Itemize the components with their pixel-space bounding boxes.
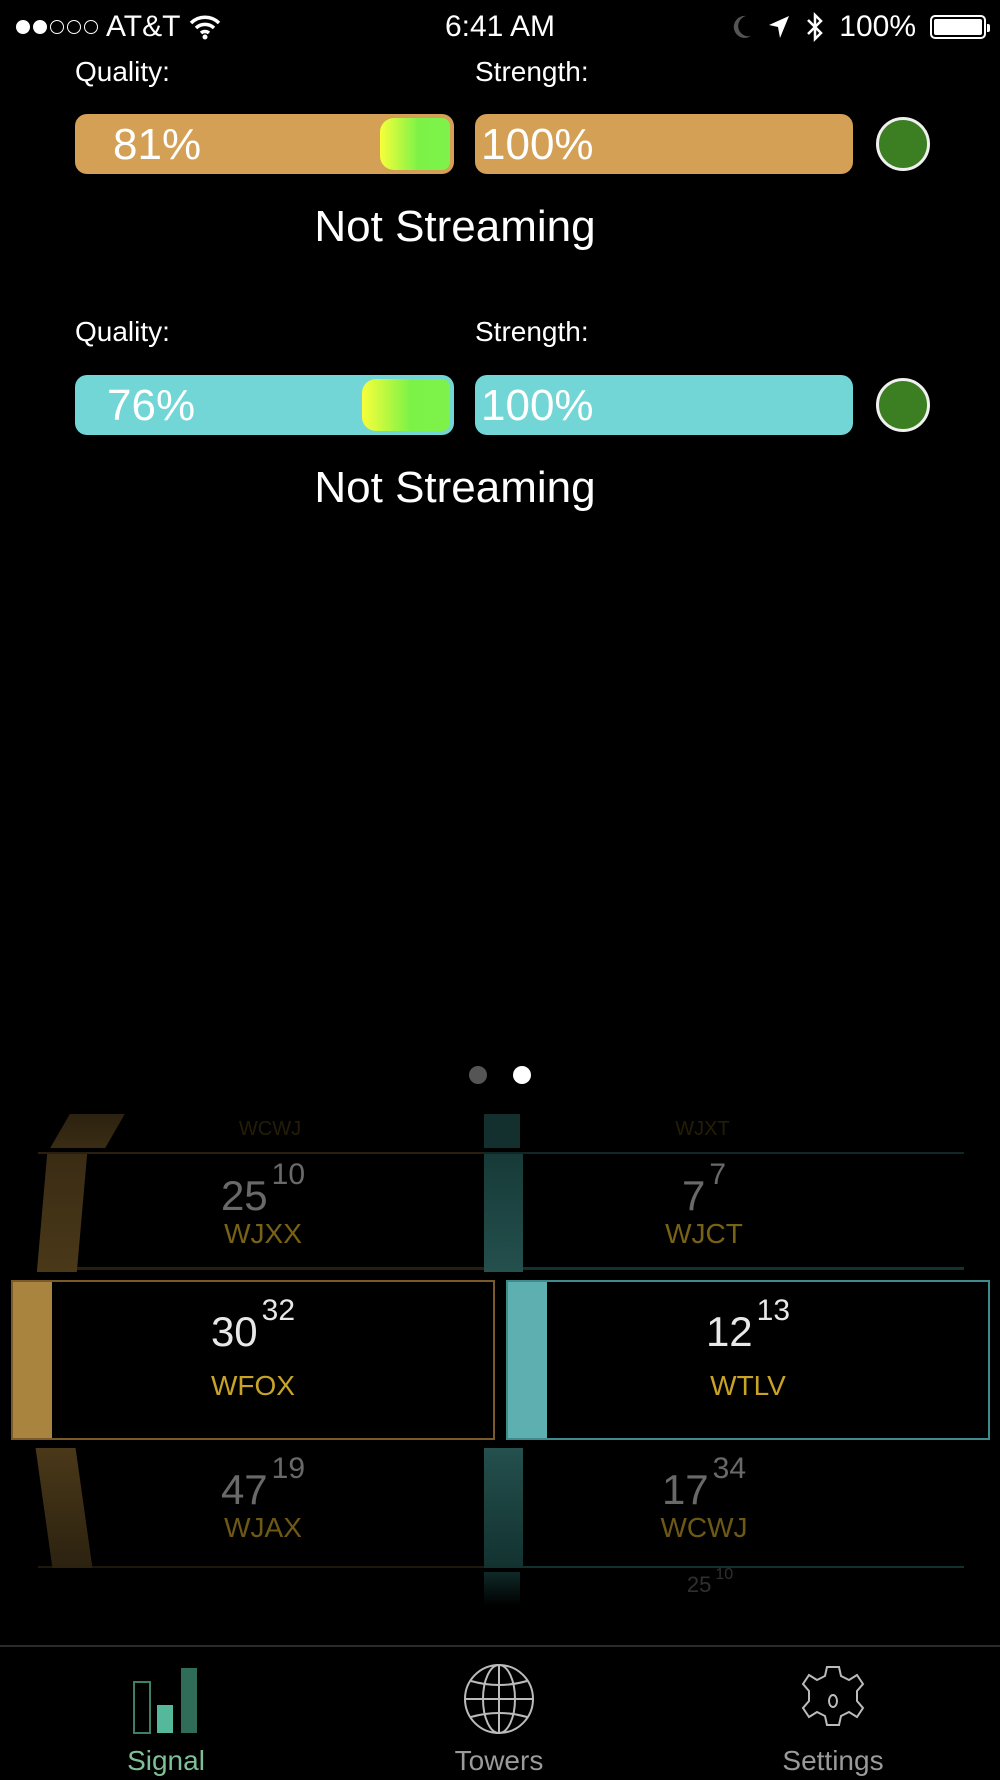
strength-bar: 100% (475, 375, 853, 435)
status-bar: AT&T 6:41 AM 100% (0, 0, 1000, 52)
quality-value: 81% (113, 120, 202, 169)
wheel-item-selected[interactable]: 12 13 WTLV (506, 1280, 990, 1440)
call-sign: WTLV (710, 1370, 786, 1401)
subchannel-number: 10 (271, 1158, 306, 1191)
strength-label: Strength: (475, 316, 589, 347)
strength-value: 100% (481, 120, 594, 169)
tab-bar: Signal Towers Settings (0, 1645, 1000, 1780)
stream-status: Not Streaming (314, 202, 596, 251)
moon-icon (734, 15, 752, 38)
tab-label: Towers (454, 1745, 544, 1776)
channel-number: 17 (661, 1466, 709, 1513)
lock-status-led (876, 378, 930, 432)
globe-icon (464, 1664, 534, 1734)
channel-number: 47 (220, 1466, 268, 1513)
quality-bar: 76% (75, 375, 454, 435)
subchannel-number: 13 (756, 1294, 791, 1327)
lock-status-led (876, 117, 930, 171)
page-dot-2-active[interactable] (513, 1066, 531, 1084)
wheel-accent-strip (508, 1282, 547, 1438)
channel-number: 30 (210, 1308, 258, 1355)
quality-indicator (380, 118, 450, 170)
quality-indicator (362, 379, 450, 431)
subchannel-number: 7 (709, 1158, 727, 1191)
quality-label: Quality: (75, 316, 170, 347)
tab-label: Settings (782, 1745, 884, 1776)
wheel-item[interactable]: 77 WJCT (484, 1152, 964, 1272)
status-right: 100% (731, 10, 990, 44)
strength-bar: 100% (475, 114, 853, 174)
wheel-item[interactable]: 25 10 WJXX (36, 1152, 488, 1272)
strength-value: 100% (481, 381, 594, 430)
wheel-accent-strip (13, 1282, 52, 1438)
subchannel-number: 32 (261, 1294, 296, 1327)
call-sign: WCWJ (660, 1512, 748, 1543)
wheel-accent-strip (484, 1114, 520, 1148)
tab-label: Signal (127, 1745, 205, 1776)
wheel-accent-strip (484, 1572, 520, 1606)
channel-number: 12 (705, 1308, 753, 1355)
call-sign: WJXX (224, 1218, 302, 1249)
page-dot-1[interactable] (469, 1066, 487, 1084)
wheel-item[interactable]: 17 34 WCWJ (484, 1448, 964, 1568)
quality-value: 76% (107, 381, 196, 430)
battery-icon (930, 15, 990, 39)
channel-number: 7 (681, 1172, 706, 1219)
subchannel-number: 34 (712, 1452, 747, 1485)
subchannel-number: 19 (271, 1452, 306, 1485)
quality-label: Quality: (75, 56, 170, 87)
call-sign: WFOX (211, 1370, 295, 1401)
call-sign: WJCT (665, 1218, 743, 1249)
wheel-item-selected[interactable]: 30 32 WFOX (11, 1280, 495, 1440)
location-arrow-icon (769, 16, 790, 38)
wheel-item-faint: 25 10 (686, 1566, 734, 1597)
call-sign: WJAX (224, 1512, 302, 1543)
page-indicator[interactable] (469, 1066, 531, 1084)
signal-bars-icon (133, 1668, 197, 1734)
bluetooth-icon (807, 11, 824, 43)
quality-bar: 81% (75, 114, 454, 174)
wheel-item-faint: WJXT (675, 1118, 730, 1140)
gear-icon (801, 1666, 865, 1726)
wheel-item[interactable]: 47 19 WJAX (35, 1448, 488, 1568)
battery-percent: 100% (839, 10, 916, 43)
stream-status: Not Streaming (314, 463, 596, 512)
channel-number: 25 (220, 1172, 268, 1219)
strength-label: Strength: (475, 56, 589, 87)
